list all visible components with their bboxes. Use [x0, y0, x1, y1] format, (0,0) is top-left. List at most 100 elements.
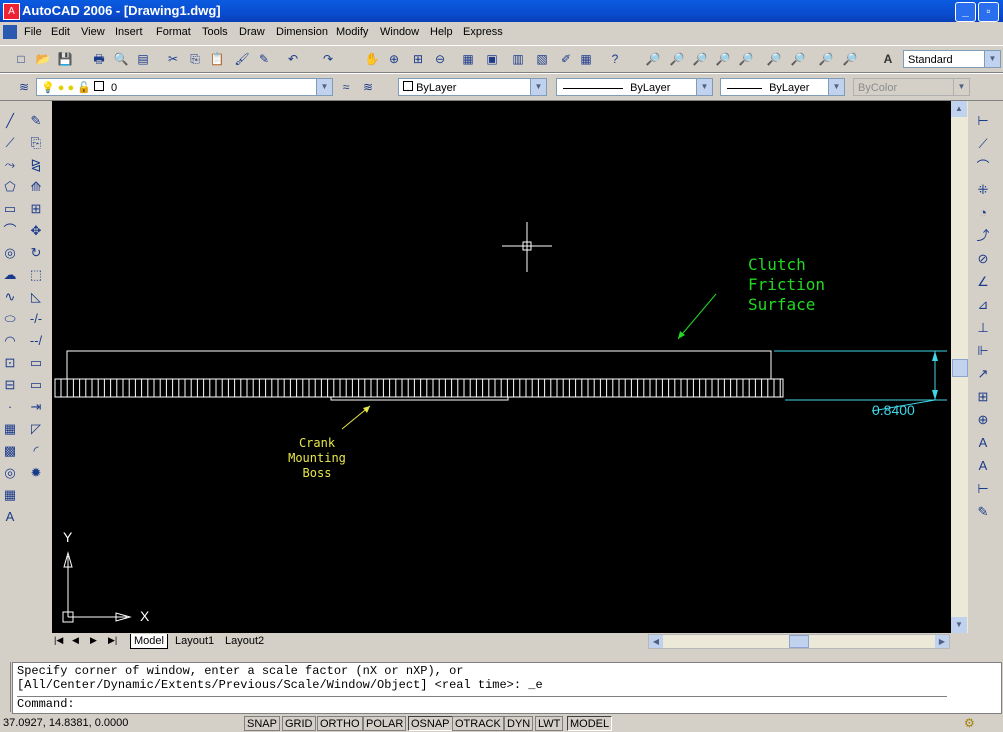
markup-icon[interactable]: ✐ — [558, 51, 574, 67]
publish-icon[interactable]: ▤ — [135, 51, 151, 67]
aligned-dim-icon[interactable]: ⟋ — [974, 135, 992, 153]
chamfer-icon[interactable]: ◸ — [27, 420, 45, 438]
pan-icon[interactable]: ✋ — [364, 51, 380, 67]
mirror-icon[interactable]: ⧎ — [27, 156, 45, 174]
tool-palettes-icon[interactable]: ▥ — [510, 51, 526, 67]
baseline-dim-icon[interactable]: ⊥ — [974, 319, 992, 337]
zoom-out-icon[interactable]: 🔎 — [790, 51, 806, 67]
quick-leader-icon[interactable]: ↗ — [974, 365, 992, 383]
document-icon[interactable] — [3, 25, 17, 39]
restore-button[interactable]: ▫ — [978, 2, 999, 22]
menu-edit[interactable]: Edit — [51, 26, 70, 38]
array-icon[interactable]: ⊞ — [27, 200, 45, 218]
zoom-dynamic-icon[interactable]: 🔎 — [715, 51, 731, 67]
sheet-set-icon[interactable]: ▧ — [534, 51, 550, 67]
menu-dimension[interactable]: Dimension — [276, 26, 328, 38]
quick-dim-icon[interactable]: ⊿ — [974, 296, 992, 314]
status-otrack[interactable]: OTRACK — [452, 716, 504, 731]
make-block-icon[interactable]: ⊟ — [1, 376, 19, 394]
stretch-icon[interactable]: ◺ — [27, 288, 45, 306]
explode-icon[interactable]: ✹ — [27, 464, 45, 482]
status-ortho[interactable]: ORTHO — [317, 716, 363, 731]
save-icon[interactable]: 💾 — [57, 51, 73, 67]
layer-manager-icon[interactable]: ≋ — [16, 79, 32, 95]
coordinates-readout[interactable]: 37.0927, 14.8381, 0.0000 — [3, 717, 128, 729]
text-style-select[interactable]: Standard ▼ — [903, 50, 1001, 68]
color-select[interactable]: ByLayer ▼ — [398, 78, 547, 96]
status-osnap[interactable]: OSNAP — [408, 716, 453, 731]
scale-icon[interactable]: ⬚ — [27, 266, 45, 284]
help-icon[interactable]: ? — [607, 51, 623, 67]
dim-update-icon[interactable]: ⊢ — [974, 480, 992, 498]
dim-text-edit-icon[interactable]: A — [974, 457, 992, 475]
zoom-previous-icon[interactable]: ⊖ — [432, 51, 448, 67]
dim-edit-icon[interactable]: A — [974, 434, 992, 452]
zoom-realtime-icon[interactable]: ⊕ — [386, 51, 402, 67]
polygon-icon[interactable]: ⬠ — [1, 178, 19, 196]
arc-icon[interactable]: ⌒ — [1, 222, 19, 240]
ellipse-arc-icon[interactable]: ◠ — [1, 332, 19, 350]
extend-icon[interactable]: --/ — [27, 332, 45, 350]
plot-preview-icon[interactable]: 🔍 — [113, 51, 129, 67]
status-snap[interactable]: SNAP — [244, 716, 280, 731]
menu-format[interactable]: Format — [156, 26, 191, 38]
scroll-left-icon[interactable]: ◀ — [649, 635, 663, 648]
arc-length-icon[interactable]: ⌒ — [974, 158, 992, 176]
tab-model[interactable]: Model — [130, 634, 168, 649]
point-icon[interactable]: · — [1, 398, 19, 416]
lineweight-select[interactable]: ByLayer ▼ — [720, 78, 845, 96]
tab-prev-icon[interactable]: ◀ — [72, 635, 79, 646]
ellipse-icon[interactable]: ⬭ — [1, 310, 19, 328]
center-mark-icon[interactable]: ⊕ — [974, 411, 992, 429]
status-lwt[interactable]: LWT — [535, 716, 564, 731]
join-icon[interactable]: ⇥ — [27, 398, 45, 416]
drawing-area[interactable]: Clutch Friction Surface Crank Mounting B… — [52, 101, 951, 633]
linear-dim-icon[interactable]: ⊢ — [974, 112, 992, 130]
horizontal-scroll-thumb[interactable] — [789, 635, 809, 648]
break-icon[interactable]: ▭ — [27, 376, 45, 394]
table-icon[interactable]: ▦ — [1, 486, 19, 504]
polyline-icon[interactable]: ⤳ — [1, 156, 19, 174]
insert-block-icon[interactable]: ⊡ — [1, 354, 19, 372]
undo-icon[interactable]: ↶ — [285, 51, 301, 67]
menu-express[interactable]: Express — [463, 26, 503, 38]
zoom-all-icon[interactable]: 🔎 — [818, 51, 834, 67]
fillet-icon[interactable]: ◜ — [27, 442, 45, 460]
layer-previous-icon[interactable]: ≋ — [360, 79, 376, 95]
plot-icon[interactable]: 🖶 — [91, 51, 107, 67]
scroll-up-icon[interactable]: ▲ — [951, 101, 967, 117]
spline-icon[interactable]: ∿ — [1, 288, 19, 306]
match-properties-icon[interactable]: 🖌 — [234, 51, 250, 67]
dim-style-icon[interactable]: ✎ — [974, 503, 992, 521]
minimize-button[interactable]: _ — [955, 2, 976, 22]
menu-draw[interactable]: Draw — [239, 26, 265, 38]
command-window[interactable]: Specify corner of window, enter a scale … — [12, 662, 1002, 714]
autocad-app-icon[interactable]: A — [3, 3, 20, 20]
open-icon[interactable]: 📂 — [35, 51, 51, 67]
menu-help[interactable]: Help — [430, 26, 453, 38]
zoom-in-icon[interactable]: 🔎 — [766, 51, 782, 67]
plotstyle-select[interactable]: ByColor ▼ — [853, 78, 970, 96]
copy-icon[interactable]: ⎘ — [187, 51, 203, 67]
zoom-extents-icon[interactable]: 🔎 — [842, 51, 858, 67]
move-icon[interactable]: ✥ — [27, 222, 45, 240]
command-window-grip[interactable] — [0, 662, 11, 712]
linetype-select[interactable]: ByLayer ▼ — [556, 78, 713, 96]
vertical-scrollbar[interactable]: ▲ ▼ — [951, 101, 968, 633]
zoom-scale-icon[interactable]: 🔎 — [738, 51, 754, 67]
paste-icon[interactable]: 📋 — [209, 51, 225, 67]
make-layer-current-icon[interactable]: ≈ — [338, 79, 354, 95]
properties-icon[interactable]: ▦ — [460, 51, 476, 67]
offset-icon[interactable]: ⟰ — [27, 178, 45, 196]
tab-layout1[interactable]: Layout1 — [172, 634, 217, 648]
zoom-window-icon[interactable]: ⊞ — [410, 51, 426, 67]
scroll-right-icon[interactable]: ▶ — [935, 635, 949, 648]
multiline-text-icon[interactable]: A — [1, 508, 19, 526]
menu-tools[interactable]: Tools — [202, 26, 228, 38]
vertical-scroll-thumb[interactable] — [952, 359, 968, 377]
construction-line-icon[interactable]: ⟋ — [1, 134, 19, 152]
diameter-dim-icon[interactable]: ⊘ — [974, 250, 992, 268]
status-polar[interactable]: POLAR — [363, 716, 407, 731]
menu-insert[interactable]: Insert — [115, 26, 143, 38]
continue-dim-icon[interactable]: ⊩ — [974, 342, 992, 360]
